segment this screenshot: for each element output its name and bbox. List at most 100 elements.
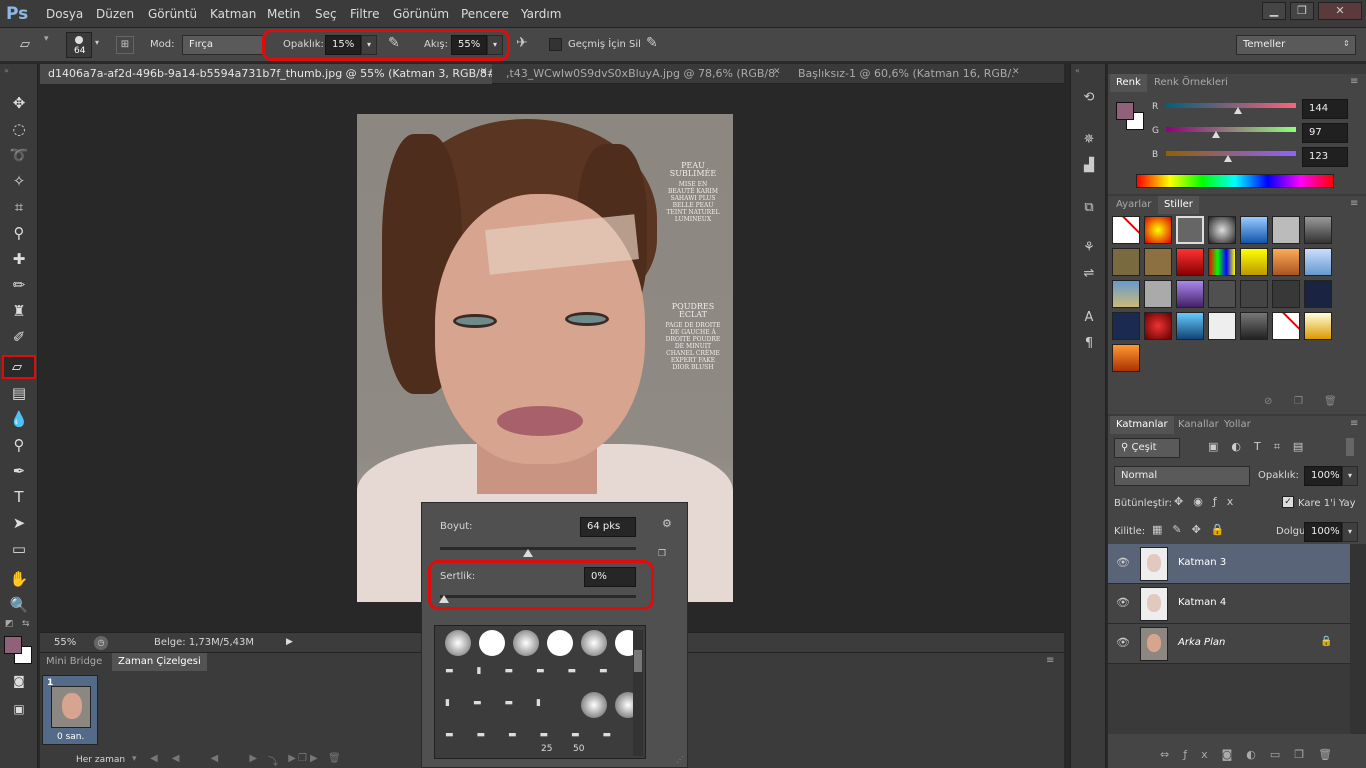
green-slider[interactable]	[1166, 127, 1296, 132]
zoom-level[interactable]: 55%	[54, 637, 76, 648]
foreground-color-swatch[interactable]	[1116, 102, 1134, 120]
green-value-input[interactable]: 97	[1302, 123, 1348, 143]
layer-opacity-input[interactable]: 100%	[1304, 466, 1342, 486]
layer-filter-icons[interactable]: ▣◐T⌗▤	[1208, 440, 1316, 454]
style-swatch[interactable]	[1112, 344, 1140, 372]
style-swatch[interactable]	[1240, 312, 1268, 340]
menu-type[interactable]: Metin	[267, 7, 300, 21]
eyedropper-tool-icon[interactable]: ⚲	[7, 222, 31, 244]
color-spectrum-bar[interactable]	[1136, 174, 1334, 188]
zoom-tool-icon[interactable]: 🔍	[7, 594, 31, 616]
tween-icon[interactable]: ⤵	[268, 753, 278, 768]
delete-frame-icon[interactable]: 🗑	[328, 753, 341, 764]
close-button[interactable]: ✕	[1318, 2, 1362, 20]
tab-layers[interactable]: Katmanlar	[1110, 416, 1174, 434]
status-icon[interactable]: ◷	[94, 636, 108, 650]
marquee-tool-icon[interactable]: ◌	[7, 118, 31, 140]
swap-colors-icon[interactable]: ⇆	[22, 619, 30, 629]
style-swatch[interactable]	[1176, 216, 1204, 244]
style-swatch[interactable]	[1240, 248, 1268, 276]
size-slider-thumb[interactable]	[523, 549, 534, 557]
layer-filter-select[interactable]: ⚲ Çeşit	[1114, 438, 1180, 458]
red-slider-thumb[interactable]	[1234, 107, 1242, 114]
special-brushes-row[interactable]: ▬▮▬▬▬▬	[445, 666, 645, 676]
tab-close-icon[interactable]: ✕	[1012, 67, 1020, 77]
foreground-color-swatch[interactable]	[4, 636, 22, 654]
size-slider-track[interactable]	[440, 547, 636, 550]
workspace-select[interactable]: Temeller	[1236, 35, 1356, 55]
menu-filter[interactable]: Filtre	[350, 7, 379, 21]
menu-window[interactable]: Pencere	[461, 7, 509, 21]
tab-mini-bridge[interactable]: Mini Bridge	[40, 653, 108, 671]
path-selection-tool-icon[interactable]: ➤	[7, 512, 31, 534]
red-slider[interactable]	[1166, 103, 1296, 108]
style-swatch[interactable]	[1208, 216, 1236, 244]
style-swatch[interactable]	[1144, 280, 1172, 308]
history-checkbox[interactable]	[549, 38, 562, 51]
propagate-frame-checkbox[interactable]: ✓	[1282, 496, 1294, 508]
loop-arrow[interactable]: ▾	[132, 754, 137, 764]
tab-adjustments[interactable]: Ayarlar	[1110, 196, 1157, 214]
fill-input[interactable]: 100%	[1304, 522, 1342, 542]
collapse-arrows-icon[interactable]: »	[4, 66, 9, 75]
clear-style-icon[interactable]: ⊘	[1264, 396, 1272, 407]
style-swatch[interactable]	[1304, 312, 1332, 340]
histogram-panel-icon[interactable]: ▟	[1079, 156, 1099, 176]
blue-slider-thumb[interactable]	[1224, 155, 1232, 162]
gradient-tool-icon[interactable]: ▤	[7, 382, 31, 404]
green-slider-thumb[interactable]	[1212, 131, 1220, 138]
flow-dropdown[interactable]: ▾	[487, 35, 503, 55]
character-panel-icon[interactable]: A	[1079, 308, 1099, 328]
minimize-button[interactable]: ▁	[1262, 2, 1286, 20]
menu-file[interactable]: Dosya	[46, 7, 83, 21]
tool-preset-dropdown[interactable]: ▾	[44, 34, 49, 44]
style-swatch[interactable]	[1112, 248, 1140, 276]
size-input[interactable]: 64 pks	[580, 517, 636, 537]
loop-select[interactable]: Her zaman	[76, 755, 125, 765]
layer-actions-bar[interactable]: ⇔ƒx◙◐▭❐🗑	[1160, 748, 1346, 761]
presets-scrollbar[interactable]	[633, 630, 643, 756]
style-swatch[interactable]	[1144, 312, 1172, 340]
pressure-opacity-icon[interactable]: ✎	[388, 35, 400, 51]
frame-delay[interactable]: 0 san.	[57, 732, 84, 742]
layer-name[interactable]: Arka Plan	[1178, 637, 1225, 648]
tab-timeline[interactable]: Zaman Çizelgesi	[112, 653, 207, 671]
style-swatch[interactable]	[1304, 216, 1332, 244]
visibility-eye-icon[interactable]: 👁	[1116, 596, 1130, 609]
brush-presets-icon[interactable]: ⇌	[1079, 264, 1099, 284]
settings-gear-icon[interactable]: ⚙	[662, 517, 672, 530]
hard-brush-icon[interactable]	[547, 630, 573, 656]
style-swatch[interactable]	[1272, 248, 1300, 276]
hand-tool-icon[interactable]: ✋	[7, 568, 31, 590]
brush-panel-icon[interactable]: ⚘	[1079, 238, 1099, 258]
style-swatch[interactable]	[1144, 248, 1172, 276]
navigator-panel-icon[interactable]: ✵	[1079, 130, 1099, 150]
dodge-tool-icon[interactable]: ⚲	[7, 434, 31, 456]
new-style-icon[interactable]: ❐	[1294, 396, 1303, 407]
layer-row[interactable]: 👁 Katman 4	[1108, 584, 1350, 624]
menu-image[interactable]: Görüntü	[148, 7, 197, 21]
style-swatch[interactable]	[1176, 248, 1204, 276]
scrollbar-thumb[interactable]	[634, 650, 642, 672]
layer-opacity-dropdown[interactable]: ▾	[1342, 466, 1358, 486]
style-swatch[interactable]	[1208, 280, 1236, 308]
crop-tool-icon[interactable]: ⌗	[7, 196, 31, 218]
red-value-input[interactable]: 144	[1302, 99, 1348, 119]
tab-document-2[interactable]: ,t43_WCwIw0S9dvS0xBluyA.jpg @ 78,6% (RGB…	[498, 64, 778, 84]
eraser-tool-icon[interactable]: ▱	[20, 37, 40, 52]
blue-value-input[interactable]: 123	[1302, 147, 1348, 167]
lock-icons[interactable]: ▦✎✥🔒	[1152, 523, 1235, 536]
style-swatch[interactable]	[1144, 216, 1172, 244]
flow-input[interactable]: 55%	[451, 35, 487, 55]
style-swatch[interactable]	[1240, 216, 1268, 244]
clone-stamp-tool-icon[interactable]: ♜	[7, 300, 31, 322]
panel-menu-icon[interactable]: ≡	[1350, 418, 1358, 429]
panel-menu-icon[interactable]: ≡	[1046, 655, 1054, 666]
tab-close-icon[interactable]: ✕	[480, 67, 488, 77]
status-menu-arrow[interactable]: ▶	[286, 637, 293, 647]
rectangle-tool-icon[interactable]: ▭	[7, 538, 31, 560]
style-none-icon[interactable]	[1272, 312, 1300, 340]
menu-help[interactable]: Yardım	[521, 7, 561, 21]
mode-select[interactable]: Fırça	[182, 35, 264, 55]
history-brush-tool-icon[interactable]: ✐	[7, 326, 31, 348]
